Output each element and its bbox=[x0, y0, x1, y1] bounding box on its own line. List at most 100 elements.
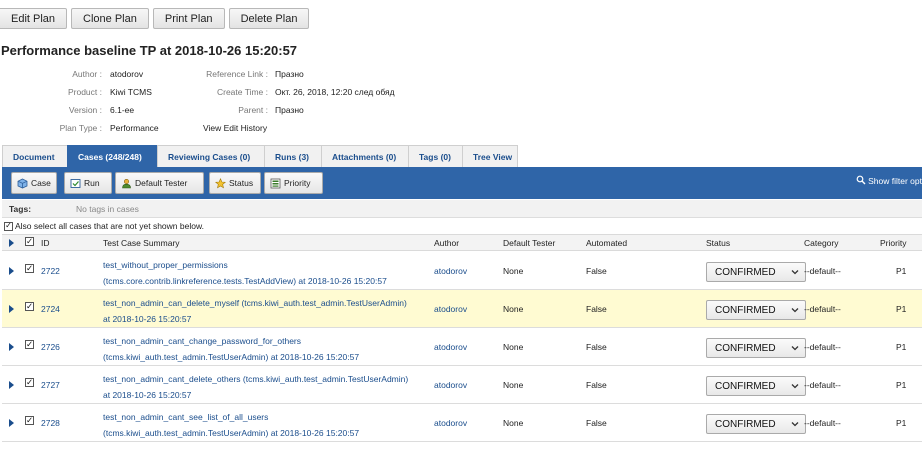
case-priority: P1 bbox=[896, 342, 907, 352]
case-id-link[interactable]: 2722 bbox=[41, 266, 60, 276]
case-automated: False bbox=[586, 304, 607, 314]
tags-label: Tags: bbox=[9, 204, 32, 214]
show-filter-options-link[interactable]: Show filter opt bbox=[856, 175, 922, 187]
add-case-button[interactable]: Case bbox=[11, 172, 57, 194]
case-status-select[interactable]: CONFIRMED bbox=[706, 338, 806, 358]
case-summary-link[interactable]: test_without_proper_permissions (tcms.co… bbox=[103, 257, 387, 289]
case-status-select[interactable]: CONFIRMED bbox=[706, 300, 806, 320]
cases-toolbar: Case Run Default Tester Status Priority … bbox=[2, 168, 922, 199]
case-default-tester: None bbox=[503, 342, 524, 352]
case-id-link[interactable]: 2724 bbox=[41, 304, 60, 314]
row-checkbox[interactable]: ✓ bbox=[25, 340, 34, 349]
plan-tabs: Document Cases (248/248) Reviewing Cases… bbox=[2, 145, 922, 169]
case-summary-line: at 2018-10-26 15:20:57 bbox=[103, 314, 192, 324]
table-row: ✓ 2724 test_non_admin_can_delete_myself … bbox=[2, 290, 922, 328]
tab-document[interactable]: Document bbox=[2, 145, 68, 167]
case-author-link[interactable]: atodorov bbox=[434, 418, 467, 428]
case-summary-link[interactable]: test_non_admin_cant_change_password_for_… bbox=[103, 333, 359, 365]
default-tester-button[interactable]: Default Tester bbox=[115, 172, 204, 194]
case-default-tester: None bbox=[503, 266, 524, 276]
tab-reviewing-cases[interactable]: Reviewing Cases (0) bbox=[157, 145, 265, 167]
plan-metadata: Author : atodorov Product : Kiwi TCMS Ve… bbox=[0, 69, 420, 139]
chevron-down-icon bbox=[791, 419, 799, 432]
case-default-tester: None bbox=[503, 380, 524, 390]
case-id-link[interactable]: 2727 bbox=[41, 380, 60, 390]
row-checkbox[interactable]: ✓ bbox=[25, 378, 34, 387]
delete-plan-button[interactable]: Delete Plan bbox=[228, 8, 310, 29]
product-link[interactable]: Kiwi TCMS bbox=[110, 87, 152, 97]
expand-row-icon[interactable] bbox=[9, 343, 14, 351]
select-all-checkbox[interactable]: ✓ bbox=[4, 221, 13, 231]
case-priority: P1 bbox=[896, 380, 907, 390]
case-category: --default-- bbox=[804, 342, 841, 352]
row-checkbox[interactable]: ✓ bbox=[25, 416, 34, 425]
expand-row-icon[interactable] bbox=[9, 267, 14, 275]
column-id[interactable]: ID bbox=[41, 238, 50, 248]
case-status-value: CONFIRMED bbox=[715, 342, 776, 354]
tab-tags[interactable]: Tags (0) bbox=[408, 145, 463, 167]
case-id-link[interactable]: 2728 bbox=[41, 418, 60, 428]
row-checkbox[interactable]: ✓ bbox=[25, 302, 34, 311]
run-icon bbox=[70, 178, 81, 189]
select-all-option: ✓ Also select all cases that are not yet… bbox=[4, 221, 204, 231]
case-author-link[interactable]: atodorov bbox=[434, 380, 467, 390]
case-summary-link[interactable]: test_non_admin_can_delete_myself (tcms.k… bbox=[103, 295, 407, 327]
tab-tree-view[interactable]: Tree View bbox=[462, 145, 518, 167]
case-status-value: CONFIRMED bbox=[715, 418, 776, 430]
edit-plan-button[interactable]: Edit Plan bbox=[0, 8, 68, 29]
expand-row-icon[interactable] bbox=[9, 419, 14, 427]
column-default-tester[interactable]: Default Tester bbox=[503, 238, 555, 248]
reference-link-value: Празно bbox=[275, 69, 304, 79]
view-edit-history-link[interactable]: View Edit History bbox=[203, 123, 267, 133]
tags-row: Tags: No tags in cases bbox=[2, 200, 922, 218]
column-category[interactable]: Category bbox=[804, 238, 839, 248]
expand-row-icon[interactable] bbox=[9, 305, 14, 313]
table-row: ✓ 2727 test_non_admin_cant_delete_others… bbox=[2, 366, 922, 404]
case-summary-line: (tcms.core.contrib.linkreference.tests.T… bbox=[103, 276, 387, 286]
column-automated[interactable]: Automated bbox=[586, 238, 627, 248]
tags-value: No tags in cases bbox=[76, 204, 139, 214]
case-author-link[interactable]: atodorov bbox=[434, 342, 467, 352]
case-author-link[interactable]: atodorov bbox=[434, 266, 467, 276]
case-status-value: CONFIRMED bbox=[715, 266, 776, 278]
case-summary-line: at 2018-10-26 15:20:57 bbox=[103, 390, 192, 400]
status-button-label: Status bbox=[229, 178, 254, 188]
tab-runs[interactable]: Runs (3) bbox=[264, 145, 322, 167]
clone-plan-button[interactable]: Clone Plan bbox=[71, 8, 149, 29]
case-category: --default-- bbox=[804, 266, 841, 276]
show-filter-label: Show filter opt bbox=[868, 176, 922, 186]
tab-attachments[interactable]: Attachments (0) bbox=[321, 145, 409, 167]
status-button[interactable]: Status bbox=[209, 172, 261, 194]
case-summary-link[interactable]: test_non_admin_cant_delete_others (tcms.… bbox=[103, 371, 408, 403]
print-plan-button[interactable]: Print Plan bbox=[152, 8, 225, 29]
case-status-select[interactable]: CONFIRMED bbox=[706, 414, 806, 434]
case-priority: P1 bbox=[896, 266, 907, 276]
case-author-link[interactable]: atodorov bbox=[434, 304, 467, 314]
case-priority: P1 bbox=[896, 418, 907, 428]
column-author[interactable]: Author bbox=[434, 238, 459, 248]
case-summary-line: (tcms.kiwi_auth.test_admin.TestUserAdmin… bbox=[103, 352, 360, 362]
case-status-select[interactable]: CONFIRMED bbox=[706, 376, 806, 396]
column-summary[interactable]: Test Case Summary bbox=[103, 238, 180, 248]
reference-link-label: Reference Link : bbox=[206, 69, 268, 79]
case-status-select[interactable]: CONFIRMED bbox=[706, 262, 806, 282]
expand-row-icon[interactable] bbox=[9, 381, 14, 389]
case-summary-link[interactable]: test_non_admin_cant_see_list_of_all_user… bbox=[103, 409, 359, 441]
column-status[interactable]: Status bbox=[706, 238, 730, 248]
magnifier-icon bbox=[856, 175, 866, 187]
tab-cases[interactable]: Cases (248/248) bbox=[67, 145, 158, 167]
case-automated: False bbox=[586, 266, 607, 276]
plan-actions: Edit Plan Clone Plan Print Plan Delete P… bbox=[0, 8, 310, 29]
priority-button[interactable]: Priority bbox=[264, 172, 323, 194]
case-category: --default-- bbox=[804, 304, 841, 314]
case-category: --default-- bbox=[804, 380, 841, 390]
case-id-link[interactable]: 2726 bbox=[41, 342, 60, 352]
plan-type-value: Performance bbox=[110, 123, 159, 133]
default-tester-button-label: Default Tester bbox=[135, 178, 188, 188]
column-priority[interactable]: Priority bbox=[880, 238, 906, 248]
run-button[interactable]: Run bbox=[64, 172, 112, 194]
select-all-cases-checkbox[interactable]: ✓ bbox=[25, 237, 34, 246]
author-link[interactable]: atodorov bbox=[110, 69, 143, 79]
row-checkbox[interactable]: ✓ bbox=[25, 264, 34, 273]
expand-all-icon[interactable] bbox=[9, 239, 14, 247]
